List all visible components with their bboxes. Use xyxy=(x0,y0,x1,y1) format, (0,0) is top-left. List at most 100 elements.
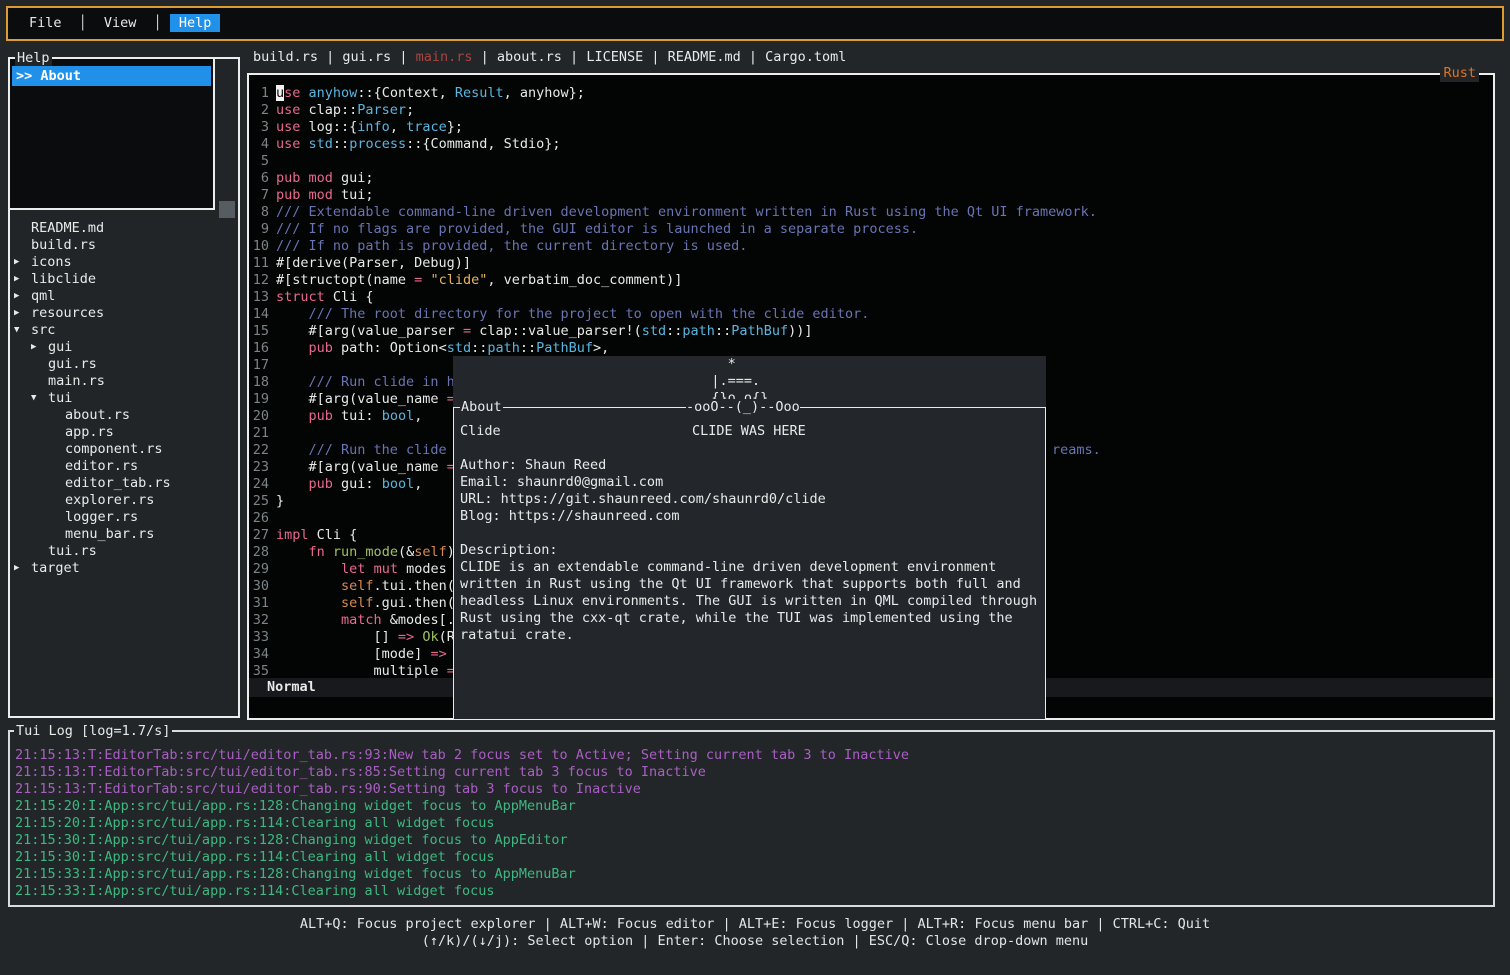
tree-item-icons[interactable]: ▶icons xyxy=(10,254,238,271)
tree-item-label: tui xyxy=(48,390,72,407)
about-popup-row: Blog: https://shaunreed.com xyxy=(454,508,1045,525)
tab-build-rs[interactable]: build.rs xyxy=(253,49,318,65)
tree-item-label: src xyxy=(31,322,55,339)
line-number: 3 xyxy=(249,119,269,136)
menu-bar: File │ View │ Help xyxy=(6,6,1504,41)
line-number: 17 xyxy=(249,357,269,374)
tree-item-explorer-rs[interactable]: explorer.rs xyxy=(10,492,238,509)
tree-item-menu-bar-rs[interactable]: menu_bar.rs xyxy=(10,526,238,543)
language-badge: Rust xyxy=(1440,65,1479,82)
tree-item-app-rs[interactable]: app.rs xyxy=(10,424,238,441)
about-popup-row: Description: xyxy=(454,542,1045,559)
tree-item-gui-rs[interactable]: gui.rs xyxy=(10,356,238,373)
tree-item-readme-md[interactable]: README.md xyxy=(10,220,238,237)
line-number: 20 xyxy=(249,408,269,425)
tree-item-label: logger.rs xyxy=(65,509,138,526)
code-text: [mode] => xyxy=(276,646,447,663)
tab-readme-md[interactable]: README.md xyxy=(668,49,741,65)
about-popup-text: written in Rust using the Qt UI framewor… xyxy=(460,576,1021,592)
code-text: use anyhow::{Context, Result, anyhow}; xyxy=(276,85,585,102)
code-text: use clap::Parser; xyxy=(276,102,414,119)
line-number: 7 xyxy=(249,187,269,204)
file-tree: README.mdbuild.rs▶icons▶libclide▶qml▶res… xyxy=(10,220,238,577)
help-dropdown: Help >> About xyxy=(8,57,215,210)
code-text: /// Run clide in h xyxy=(276,374,455,391)
tab-separator: | xyxy=(391,49,415,65)
about-popup-row: URL: https://git.shaunreed.com/shaunrd0/… xyxy=(454,491,1045,508)
code-line: 10/// If no path is provided, the curren… xyxy=(249,238,1493,255)
menu-separator: │ xyxy=(145,15,169,31)
menu-item-view[interactable]: View xyxy=(95,14,146,32)
tree-item-label: explorer.rs xyxy=(65,492,154,509)
tree-item-build-rs[interactable]: build.rs xyxy=(10,237,238,254)
tree-item-editor-rs[interactable]: editor.rs xyxy=(10,458,238,475)
code-text: match &modes[. xyxy=(276,612,455,629)
tree-item-gui[interactable]: ▶gui xyxy=(10,339,238,356)
line-number: 2 xyxy=(249,102,269,119)
about-popup-text: Description: xyxy=(460,542,558,558)
menu-item-file[interactable]: File xyxy=(20,14,71,32)
code-line: 14 /// The root directory for the projec… xyxy=(249,306,1493,323)
code-line: 3use log::{info, trace}; xyxy=(249,119,1493,136)
about-popup-row: ratatui crate. xyxy=(454,627,1045,644)
code-line: 7pub mod tui; xyxy=(249,187,1493,204)
tree-item-label: main.rs xyxy=(48,373,105,390)
menu-item-help[interactable]: Help xyxy=(170,14,221,32)
log-panel[interactable]: Tui Log [log=1.7/s] 21:15:13:T:EditorTab… xyxy=(8,730,1495,907)
log-entry: 21:15:20:I:App:src/tui/app.rs:114:Cleari… xyxy=(10,815,1493,832)
tab-license[interactable]: LICENSE xyxy=(586,49,643,65)
code-line: 5 xyxy=(249,153,1493,170)
tab-main-rs[interactable]: main.rs xyxy=(416,49,473,65)
code-text: self.tui.then( xyxy=(276,578,455,595)
tree-item-logger-rs[interactable]: logger.rs xyxy=(10,509,238,526)
line-number: 6 xyxy=(249,170,269,187)
tree-item-libclide[interactable]: ▶libclide xyxy=(10,271,238,288)
about-popup: * |.===. {}o o{} About -ooO--(_)--Ooo Cl… xyxy=(453,356,1046,720)
tree-item-editor-tab-rs[interactable]: editor_tab.rs xyxy=(10,475,238,492)
about-popup-text: Email: shaunrd0@gmail.com xyxy=(460,474,663,490)
line-number: 4 xyxy=(249,136,269,153)
chevron-collapsed-icon: ▶ xyxy=(12,305,31,322)
tree-item-tui[interactable]: ▼tui xyxy=(10,390,238,407)
tree-item-main-rs[interactable]: main.rs xyxy=(10,373,238,390)
chevron-expanded-icon: ▼ xyxy=(29,390,48,407)
tree-item-component-rs[interactable]: component.rs xyxy=(10,441,238,458)
line-number: 29 xyxy=(249,561,269,578)
code-text: struct Cli { xyxy=(276,289,374,306)
line-number: 14 xyxy=(249,306,269,323)
tab-gui-rs[interactable]: gui.rs xyxy=(342,49,391,65)
line-number: 26 xyxy=(249,510,269,527)
line-number: 30 xyxy=(249,578,269,595)
about-popup-banner-text: CLIDE WAS HERE xyxy=(692,423,806,440)
ascii-art-feet: -ooO--(_)--Ooo xyxy=(686,399,800,416)
line-number: 21 xyxy=(249,425,269,442)
code-text: pub gui: bool, xyxy=(276,476,422,493)
tree-item-resources[interactable]: ▶resources xyxy=(10,305,238,322)
tab-separator: | xyxy=(741,49,765,65)
code-text: fn run_mode(&self) xyxy=(276,544,455,561)
tab-about-rs[interactable]: about.rs xyxy=(497,49,562,65)
tree-item-target[interactable]: ▶target xyxy=(10,560,238,577)
log-entry: 21:15:13:T:EditorTab:src/tui/editor_tab.… xyxy=(10,781,1493,798)
about-popup-box: About -ooO--(_)--Ooo ClideCLIDE WAS HERE… xyxy=(453,407,1046,720)
tree-item-about-rs[interactable]: about.rs xyxy=(10,407,238,424)
about-popup-text: ratatui crate. xyxy=(460,627,574,643)
code-text: pub tui: bool, xyxy=(276,408,422,425)
line-number: 22 xyxy=(249,442,269,459)
tree-item-tui-rs[interactable]: tui.rs xyxy=(10,543,238,560)
code-text: use std::process::{Command, Stdio}; xyxy=(276,136,561,153)
explorer-scrollbar-thumb[interactable] xyxy=(219,201,235,218)
code-text: #[arg(value_parser = clap::value_parser!… xyxy=(276,323,813,340)
tree-item-src[interactable]: ▼src xyxy=(10,322,238,339)
tree-item-qml[interactable]: ▶qml xyxy=(10,288,238,305)
help-dropdown-item-about[interactable]: >> About xyxy=(12,66,211,86)
line-number: 33 xyxy=(249,629,269,646)
code-text: #[arg(value_name = xyxy=(276,391,455,408)
line-number: 19 xyxy=(249,391,269,408)
tab-cargo-toml[interactable]: Cargo.toml xyxy=(765,49,846,65)
tree-item-label: icons xyxy=(31,254,72,271)
code-text: /// Run the clide xyxy=(276,442,455,459)
about-popup-row: Email: shaunrd0@gmail.com xyxy=(454,474,1045,491)
app-root: File │ View │ Help build.rs | gui.rs | m… xyxy=(0,0,1510,975)
code-line: 9/// If no flags are provided, the GUI e… xyxy=(249,221,1493,238)
